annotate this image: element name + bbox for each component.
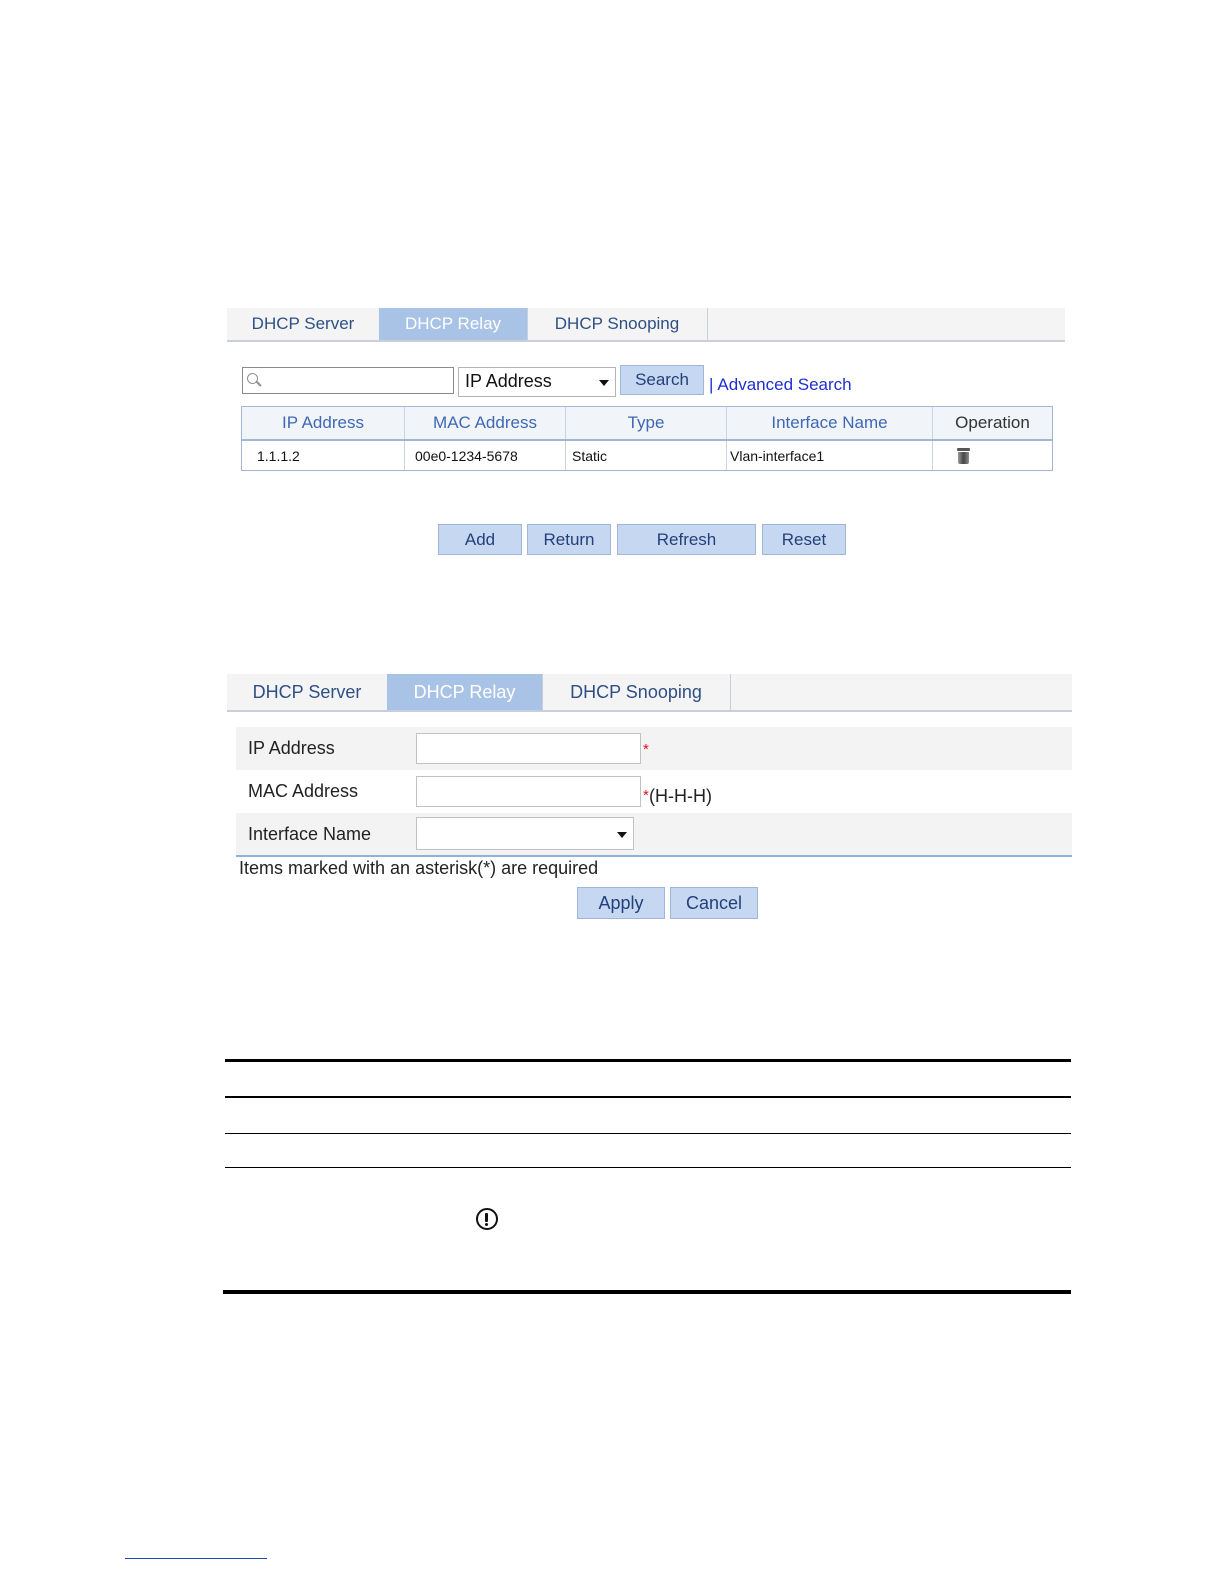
column-header-ip-address[interactable]: IP Address — [242, 407, 405, 439]
table-top-rule — [225, 1059, 1071, 1062]
required-asterisk: * — [643, 787, 649, 804]
relay-entries-table: IP Address MAC Address Type Interface Na… — [241, 406, 1053, 471]
cell-interface-name: Vlan-interface1 — [727, 441, 933, 470]
cell-ip-address: 1.1.1.2 — [242, 441, 405, 470]
ip-address-input[interactable] — [416, 733, 641, 764]
interface-name-label: Interface Name — [248, 824, 372, 844]
required-asterisk: * — [643, 741, 649, 758]
table-row-rule — [225, 1133, 1071, 1134]
cell-mac-address: 00e0-1234-5678 — [405, 441, 566, 470]
table-header: IP Address MAC Address Type Interface Na… — [242, 407, 1052, 441]
mac-address-label: MAC Address — [248, 781, 359, 801]
column-header-operation: Operation — [955, 413, 1030, 432]
form-row-interface-name: Interface Name — [236, 813, 1072, 856]
form-divider — [236, 855, 1072, 857]
advanced-search-link[interactable]: Advanced Search — [717, 375, 851, 394]
caution-icon — [476, 1208, 498, 1230]
form-row-ip-address: IP Address * — [236, 727, 1072, 770]
add-button[interactable]: Add — [438, 524, 522, 555]
required-note: Items marked with an asterisk(*) are req… — [239, 858, 599, 878]
column-header-interface-name[interactable]: Interface Name — [727, 407, 933, 439]
table-header-rule — [225, 1096, 1071, 1098]
search-field-select[interactable]: IP Address — [458, 367, 616, 397]
mac-address-input[interactable] — [416, 776, 641, 807]
tab-dhcp-relay[interactable]: DHCP Relay — [387, 674, 543, 710]
footer-link-underline — [125, 1558, 267, 1559]
cell-type: Static — [566, 441, 727, 470]
search-field[interactable] — [242, 367, 454, 394]
tab-bar: DHCP Server DHCP Relay DHCP Snooping — [227, 308, 1065, 342]
cell-operation — [933, 441, 1052, 470]
reset-button[interactable]: Reset — [762, 524, 846, 555]
form-row-mac-address: MAC Address * (H-H-H) — [236, 770, 1072, 813]
table-bottom-rule — [223, 1290, 1071, 1294]
mac-format-hint: (H-H-H) — [649, 786, 712, 806]
tab-dhcp-server[interactable]: DHCP Server — [227, 674, 388, 710]
trash-icon[interactable] — [957, 447, 970, 464]
chevron-down-icon — [617, 831, 627, 838]
return-button[interactable]: Return — [527, 524, 611, 555]
advanced-search: | Advanced Search — [709, 375, 852, 395]
interface-name-select[interactable] — [416, 817, 634, 850]
tab-dhcp-server[interactable]: DHCP Server — [227, 308, 380, 340]
chevron-down-icon — [599, 380, 609, 386]
search-icon — [247, 373, 258, 384]
search-input[interactable] — [261, 370, 451, 392]
column-header-type[interactable]: Type — [566, 407, 727, 439]
tab-dhcp-relay[interactable]: DHCP Relay — [379, 308, 528, 340]
tab-dhcp-snooping[interactable]: DHCP Snooping — [527, 308, 708, 340]
cancel-button[interactable]: Cancel — [670, 887, 758, 919]
table-row-rule — [225, 1167, 1071, 1168]
ip-address-label: IP Address — [248, 738, 335, 758]
tab-dhcp-snooping[interactable]: DHCP Snooping — [542, 674, 731, 710]
apply-button[interactable]: Apply — [577, 887, 665, 919]
tab-bar: DHCP Server DHCP Relay DHCP Snooping — [227, 674, 1072, 712]
advanced-search-separator: | — [709, 375, 714, 394]
table-row: 1.1.1.2 00e0-1234-5678 Static Vlan-inter… — [242, 441, 1052, 470]
search-field-select-value: IP Address — [465, 371, 552, 391]
column-header-mac-address[interactable]: MAC Address — [405, 407, 566, 439]
refresh-button[interactable]: Refresh — [617, 524, 756, 555]
search-button[interactable]: Search — [620, 365, 704, 395]
